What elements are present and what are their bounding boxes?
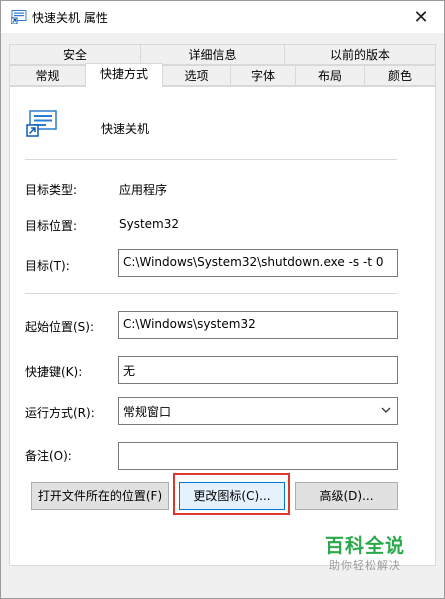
run-label: 运行方式(R): — [25, 406, 95, 420]
comment-field[interactable] — [118, 442, 398, 470]
tab-details[interactable]: 详细信息 — [140, 44, 285, 65]
start-in-label: 起始位置(S): — [25, 320, 95, 334]
target-location-label: 目标位置: — [25, 219, 78, 233]
run-select[interactable]: 常规窗口 — [118, 397, 398, 425]
tab-security[interactable]: 安全 — [9, 44, 141, 65]
close-icon: ✕ — [413, 6, 429, 28]
hotkey-label: 快捷键(K): — [25, 365, 83, 379]
properties-window: 快速关机 属性 ✕ 安全 详细信息 以前的版本 常规 快捷方式 选项 字体 布局… — [0, 0, 445, 599]
start-in-field[interactable]: C:\Windows\system32 — [118, 311, 398, 339]
tab-options[interactable]: 选项 — [162, 65, 231, 86]
target-type-value: 应用程序 — [119, 183, 168, 197]
hotkey-field[interactable]: 无 — [118, 356, 398, 384]
target-label: 目标(T): — [25, 259, 70, 273]
watermark-title: 百科全说 — [325, 535, 406, 557]
target-type-label: 目标类型: — [25, 183, 78, 197]
shortcut-app-icon — [26, 110, 57, 137]
close-button[interactable]: ✕ — [398, 1, 444, 33]
tab-colors[interactable]: 颜色 — [364, 65, 436, 86]
target-field[interactable]: C:\Windows\System32\shutdown.exe -s -t 0 — [118, 249, 398, 277]
tab-previous-versions[interactable]: 以前的版本 — [284, 44, 436, 65]
comment-label: 备注(O): — [25, 449, 72, 463]
divider — [25, 159, 397, 160]
highlight-box — [173, 473, 290, 515]
open-file-location-button[interactable]: 打开文件所在的位置(F) — [31, 482, 169, 510]
shortcut-name: 快速关机 — [101, 122, 150, 136]
watermark-subtitle: 助你轻松解决 — [329, 559, 401, 572]
title-bar: 快速关机 属性 ✕ — [1, 1, 444, 33]
tab-layout[interactable]: 布局 — [295, 65, 365, 86]
advanced-button[interactable]: 高级(D)... — [295, 482, 398, 510]
tab-shortcut[interactable]: 快捷方式 — [85, 63, 163, 87]
run-select-value: 常规窗口 — [123, 405, 172, 419]
divider — [25, 293, 397, 294]
tab-general[interactable]: 常规 — [9, 65, 86, 86]
shortcut-app-icon — [11, 10, 27, 24]
window-title: 快速关机 属性 — [32, 11, 108, 25]
tab-font[interactable]: 字体 — [230, 65, 296, 86]
target-location-value: System32 — [119, 217, 180, 231]
chevron-down-icon — [381, 407, 391, 413]
